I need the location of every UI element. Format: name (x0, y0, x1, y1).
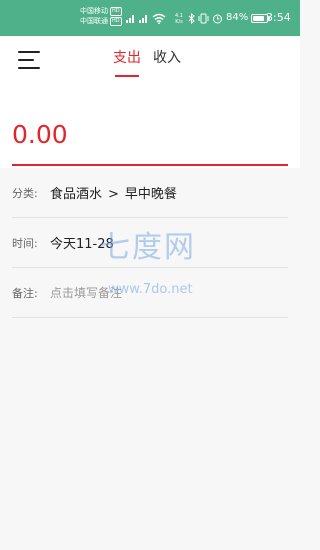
menu-line (18, 59, 34, 61)
time-row[interactable]: 时间: 今天11-28 (12, 218, 288, 268)
menu-line (18, 67, 40, 69)
status-bar: 中国移动 HD 中国联通 HD 4.1 K/s 84% 3:54 (0, 0, 300, 36)
bluetooth-icon (188, 12, 195, 24)
note-row[interactable]: 备注: (12, 268, 288, 318)
battery-level (253, 15, 265, 21)
amount-underline (12, 164, 288, 166)
time-label: 时间: (12, 236, 38, 250)
menu-line (18, 51, 40, 53)
amount-value[interactable]: 0.00 (12, 120, 68, 150)
note-label: 备注: (12, 286, 38, 300)
category-row[interactable]: 分类: 食品酒水 > 早中晚餐 (12, 168, 288, 218)
category-secondary: 早中晚餐 (124, 187, 177, 202)
wifi-icon (152, 13, 166, 24)
menu-button[interactable] (18, 49, 40, 71)
category-primary: 食品酒水 (50, 187, 103, 202)
signal-icons (126, 12, 166, 24)
note-input[interactable] (50, 285, 250, 300)
net-speed: 4.1 K/s (175, 13, 183, 25)
status-time: 3:54 (266, 11, 291, 24)
type-tabs: 支出 收入 (113, 48, 181, 77)
vibrate-icon (198, 13, 209, 23)
tab-expense[interactable]: 支出 (113, 48, 141, 77)
app-screen: 中国移动 HD 中国联通 HD 4.1 K/s 84% 3:54 支出 收入 0… (0, 0, 300, 550)
carrier-1: 中国移动 (80, 7, 108, 15)
hd-badge: HD (110, 7, 122, 16)
tab-income[interactable]: 收入 (153, 48, 181, 68)
hd-badge-2: HD (110, 17, 122, 26)
signal-icon-2 (139, 15, 147, 23)
battery-percent: 84% (226, 12, 249, 23)
category-value: 食品酒水 > 早中晚餐 (50, 183, 177, 202)
system-status: 84% (188, 11, 271, 25)
record-form: 分类: 食品酒水 > 早中晚餐 时间: 今天11-28 备注: (0, 168, 300, 318)
category-separator: > (108, 187, 119, 202)
carrier-2: 中国联通 (80, 17, 108, 25)
alarm-icon (213, 14, 222, 23)
category-label: 分类: (12, 186, 38, 200)
time-value: 今天11-28 (50, 237, 114, 252)
app-header: 支出 收入 (0, 36, 300, 82)
amount-section: 0.00 (0, 82, 300, 168)
signal-icon (126, 15, 134, 23)
